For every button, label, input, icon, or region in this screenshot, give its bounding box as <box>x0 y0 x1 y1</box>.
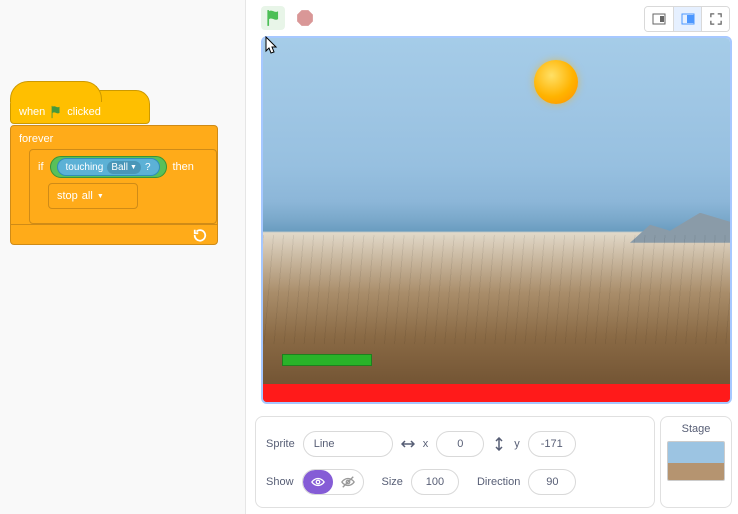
block-forever[interactable]: forever if touching Ball ▼ ? <box>10 125 218 245</box>
direction-input[interactable] <box>528 469 576 495</box>
large-stage-button[interactable] <box>673 7 701 31</box>
block-if-then[interactable]: if touching Ball ▼ ? then <box>29 149 217 224</box>
sprite-line[interactable] <box>263 384 730 402</box>
block-text-then: then <box>173 161 194 173</box>
hide-button[interactable] <box>333 470 363 494</box>
block-text-stop: stop <box>57 190 78 202</box>
sprite-label: Sprite <box>266 438 295 450</box>
x-input[interactable] <box>436 431 484 457</box>
chevron-down-icon[interactable]: ▼ <box>97 193 104 200</box>
sprite-info-panel: Sprite x y Show Size Direction <box>255 416 655 508</box>
stage-canvas[interactable] <box>261 36 732 404</box>
x-label: x <box>423 438 429 450</box>
backdrop-deck <box>263 235 730 344</box>
sprite-paddle[interactable] <box>282 354 372 366</box>
stage-size-controls <box>644 6 730 32</box>
stage-label: Stage <box>682 423 711 435</box>
block-stop[interactable]: stop all ▼ <box>48 183 138 209</box>
visibility-toggle <box>302 469 364 495</box>
block-text-when: when <box>19 106 45 118</box>
y-input[interactable] <box>528 431 576 457</box>
direction-label: Direction <box>477 476 520 488</box>
show-button[interactable] <box>303 470 333 494</box>
block-text-forever: forever <box>19 133 53 145</box>
script-stack[interactable]: when clicked forever if touching Ba <box>10 90 218 245</box>
fullscreen-button[interactable] <box>701 7 729 31</box>
stop-arg: all <box>82 190 93 202</box>
x-axis-icon <box>401 437 415 451</box>
stop-button[interactable] <box>293 6 317 30</box>
block-touching[interactable]: touching Ball ▼ ? <box>57 158 160 176</box>
green-flag-button[interactable] <box>261 6 285 30</box>
block-when-flag-clicked[interactable]: when clicked <box>10 90 150 124</box>
mouse-cursor-icon <box>261 36 281 58</box>
block-text-qmark: ? <box>145 162 151 173</box>
show-label: Show <box>266 476 294 488</box>
small-stage-button[interactable] <box>645 7 673 31</box>
green-flag-icon <box>49 105 63 119</box>
block-text-if: if <box>38 161 44 173</box>
size-label: Size <box>382 476 403 488</box>
touching-arg: Ball <box>111 162 128 173</box>
sprite-ball[interactable] <box>534 60 578 104</box>
blocks-workspace[interactable]: when clicked forever if touching Ba <box>0 0 246 514</box>
stage-selector[interactable]: Stage <box>660 416 732 508</box>
touching-dropdown[interactable]: Ball ▼ <box>107 161 141 174</box>
loop-arrow-icon <box>193 228 207 242</box>
sprite-name-input[interactable] <box>303 431 393 457</box>
y-label: y <box>514 438 520 450</box>
chevron-down-icon: ▼ <box>130 164 137 171</box>
boolean-slot[interactable]: touching Ball ▼ ? <box>50 156 167 178</box>
stage-thumbnail[interactable] <box>667 441 725 481</box>
block-text-touching: touching <box>66 162 104 173</box>
size-input[interactable] <box>411 469 459 495</box>
y-axis-icon <box>492 437 506 451</box>
block-text-clicked: clicked <box>67 106 101 118</box>
